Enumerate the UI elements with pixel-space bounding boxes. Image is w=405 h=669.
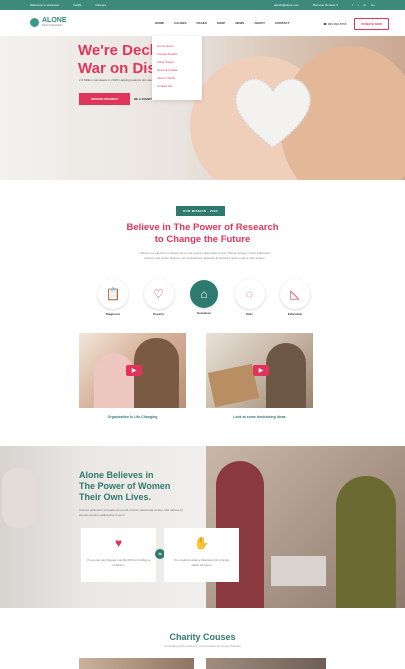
video-person-1 <box>94 353 134 408</box>
believe-text: Ultrices pellentum torquata est eu elit … <box>79 508 183 517</box>
topbar-donator-dropdown[interactable]: Become Donator ▾ <box>313 3 338 7</box>
mission-title-line1: Believe in The Power of Research <box>126 222 279 233</box>
nav-about[interactable]: ABOUT <box>254 21 265 25</box>
heart-icon <box>234 78 312 149</box>
video-caption-1[interactable]: Organization is Life-Changing <box>79 415 186 419</box>
logo-subtitle: NGO Organization <box>42 24 63 27</box>
dropdown-item[interactable]: News & Update <box>157 68 197 72</box>
ruler-icon: ◺ <box>280 279 310 309</box>
nav-pages[interactable]: PAGES <box>197 21 207 25</box>
causes-subtitle: Consulting with evidence, communities an… <box>164 644 241 648</box>
topbar-email[interactable]: admin@alone.com <box>274 3 299 7</box>
mission-title: Believe in The Power of Research to Chan… <box>0 222 405 246</box>
top-bar: Welcome to Volunteer FAQS Careers admin@… <box>0 0 405 10</box>
mission-item-label: Kids <box>246 312 253 316</box>
mission-item-kids[interactable]: ◌ Kids <box>234 279 265 316</box>
mission-tag: OUR MISSION - 2020 <box>176 206 225 216</box>
piggy-bank-icon: ♥ <box>114 536 123 550</box>
header-phone-number: 999-999-8765 <box>327 22 347 26</box>
page: Welcome to Volunteer FAQS Careers admin@… <box>0 0 405 669</box>
dropdown-item[interactable]: Contact Me <box>157 84 197 88</box>
play-icon[interactable]: ▶ <box>253 365 269 376</box>
donate-project-button[interactable]: DONATE PROJECT <box>79 93 131 105</box>
believe-title-line1: Alone Believes in <box>79 470 154 480</box>
dropdown-item[interactable]: Other Pages <box>157 60 197 64</box>
mission-item-homeless[interactable]: ⌂ Homeless <box>189 279 219 316</box>
video-thumbnail-2[interactable]: ▶ <box>206 333 313 408</box>
play-icon[interactable]: ▶ <box>126 365 142 376</box>
raised-fist-photo <box>2 468 36 528</box>
site-header: ALONE NGO Organization HOME CAUSES PAGES… <box>0 10 405 36</box>
mission-title-line2: to Change the Future <box>154 234 251 245</box>
believe-title-line3: Their Own Lives. <box>79 492 152 502</box>
dropdown-item[interactable]: Causes Details <box>157 52 197 56</box>
believe-title-line2: The Power of Women <box>79 481 171 491</box>
donate-card-2[interactable]: ✋ You could provide a Volunteer kit to f… <box>164 528 239 582</box>
nav-causes[interactable]: CAUSES <box>174 21 187 25</box>
mission-item-diagnosis[interactable]: 📋 Diagnosis <box>98 279 128 316</box>
google-plus-icon[interactable]: G+ <box>371 3 375 7</box>
cause-image-1[interactable] <box>79 658 194 669</box>
mission-item-label: Poverty <box>152 312 164 316</box>
header-phone: ☎ 999-999-8765 <box>323 22 347 26</box>
main-nav: HOME CAUSES PAGES SHOP NEWS ABOUT CONTAC… <box>155 21 289 25</box>
logo-name: ALONE <box>42 17 67 24</box>
cause-image-2[interactable] <box>206 658 326 669</box>
hand-coin-icon: ✋ <box>194 536 209 550</box>
apple-icon: ◌ <box>234 279 265 309</box>
mission-icons: 📋 Diagnosis ♡ Poverty ⌂ Homeless ◌ Kids … <box>98 279 310 316</box>
logo-globe-icon <box>30 17 39 27</box>
topbar-link-faqs[interactable]: FAQS <box>73 3 81 7</box>
nav-shop[interactable]: SHOP <box>217 21 226 25</box>
donation-box <box>271 556 326 586</box>
video-caption-2[interactable]: Look at some fundraising Ideas <box>206 415 313 419</box>
facebook-icon[interactable]: f <box>352 3 353 7</box>
hero-subtext: 2.3 Million volunteers in 2018, Helping … <box>79 78 152 82</box>
mission-item-label: Diagnosis <box>105 312 121 316</box>
volunteers-photo <box>206 446 405 608</box>
mission-item-label: Education <box>287 312 303 316</box>
video-thumbnail-1[interactable]: ▶ <box>79 333 186 408</box>
dropdown-item[interactable]: Home Home <box>157 44 197 48</box>
donate-now-button[interactable]: DONATE NOW <box>354 18 389 30</box>
dropdown-item[interactable]: About Charity <box>157 76 197 80</box>
causes-title: Charity Couses <box>169 632 236 642</box>
home-dropdown-menu: Home Home Causes Details Other Pages New… <box>152 36 202 100</box>
house-icon: ⌂ <box>190 280 218 308</box>
mission-item-education[interactable]: ◺ Education <box>280 279 310 316</box>
nav-news[interactable]: NEWS <box>235 21 244 25</box>
mission-item-poverty[interactable]: ♡ Poverty <box>143 279 174 316</box>
card-text: If you can pay Donate now $1,000 by fund… <box>87 558 150 567</box>
nav-home[interactable]: HOME <box>155 21 164 25</box>
topbar-link-careers[interactable]: Careers <box>95 3 106 7</box>
video-box <box>207 363 260 408</box>
mission-text: Ultrices in pellentum torquata est eu el… <box>139 251 271 260</box>
topbar-link-welcome[interactable]: Welcome to Volunteer <box>30 3 59 7</box>
believe-title: Alone Believes in The Power of Women The… <box>79 470 170 503</box>
twitter-icon[interactable]: t <box>358 3 359 7</box>
clipboard-icon: 📋 <box>98 279 128 309</box>
card-text: You could provide a Volunteer kit to fam… <box>173 558 230 567</box>
donate-card-1[interactable]: ♥ If you can pay Donate now $1,000 by fu… <box>81 528 156 582</box>
hero-section <box>0 36 405 180</box>
video-person-3 <box>266 343 306 408</box>
mission-item-label: Homeless <box>196 311 212 315</box>
nav-contact[interactable]: CONTACT <box>275 21 289 25</box>
hand-heart-icon: ♡ <box>143 279 174 309</box>
linkedin-icon[interactable]: in <box>364 3 366 7</box>
logo[interactable]: ALONE NGO Organization <box>30 17 67 27</box>
volunteer-woman <box>336 476 396 608</box>
believe-section <box>0 446 405 608</box>
